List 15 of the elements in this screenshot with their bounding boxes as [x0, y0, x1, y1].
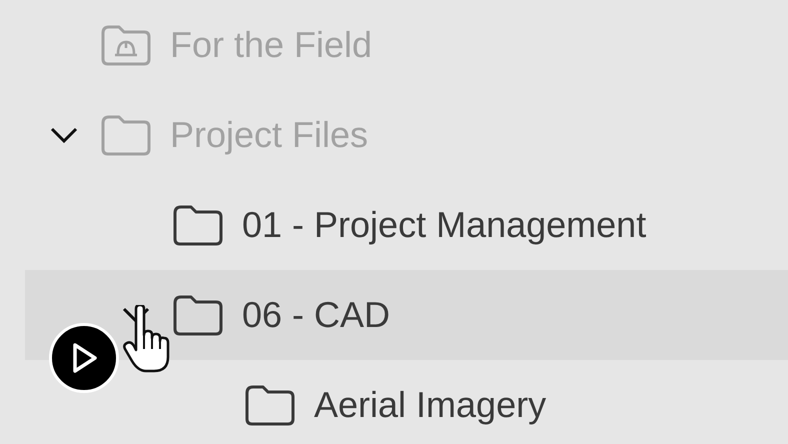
- tree-item[interactable]: 06 - CAD: [25, 270, 788, 360]
- folder-icon: [244, 383, 296, 427]
- item-label: Project Files: [170, 114, 368, 156]
- hand-cursor-icon: [122, 305, 170, 375]
- chevron-down-icon[interactable]: [48, 125, 80, 145]
- tree-item[interactable]: 01 - Project Management: [25, 180, 788, 270]
- folder-icon: [100, 113, 152, 157]
- item-label: 01 - Project Management: [242, 204, 646, 246]
- item-label: Aerial Imagery: [314, 384, 546, 426]
- folder-icon: [172, 293, 224, 337]
- item-label: 06 - CAD: [242, 294, 390, 336]
- tree-item[interactable]: Aerial Imagery: [25, 360, 788, 444]
- hardhat-folder-icon: [100, 23, 152, 67]
- item-label: For the Field: [170, 24, 372, 66]
- folder-icon: [172, 203, 224, 247]
